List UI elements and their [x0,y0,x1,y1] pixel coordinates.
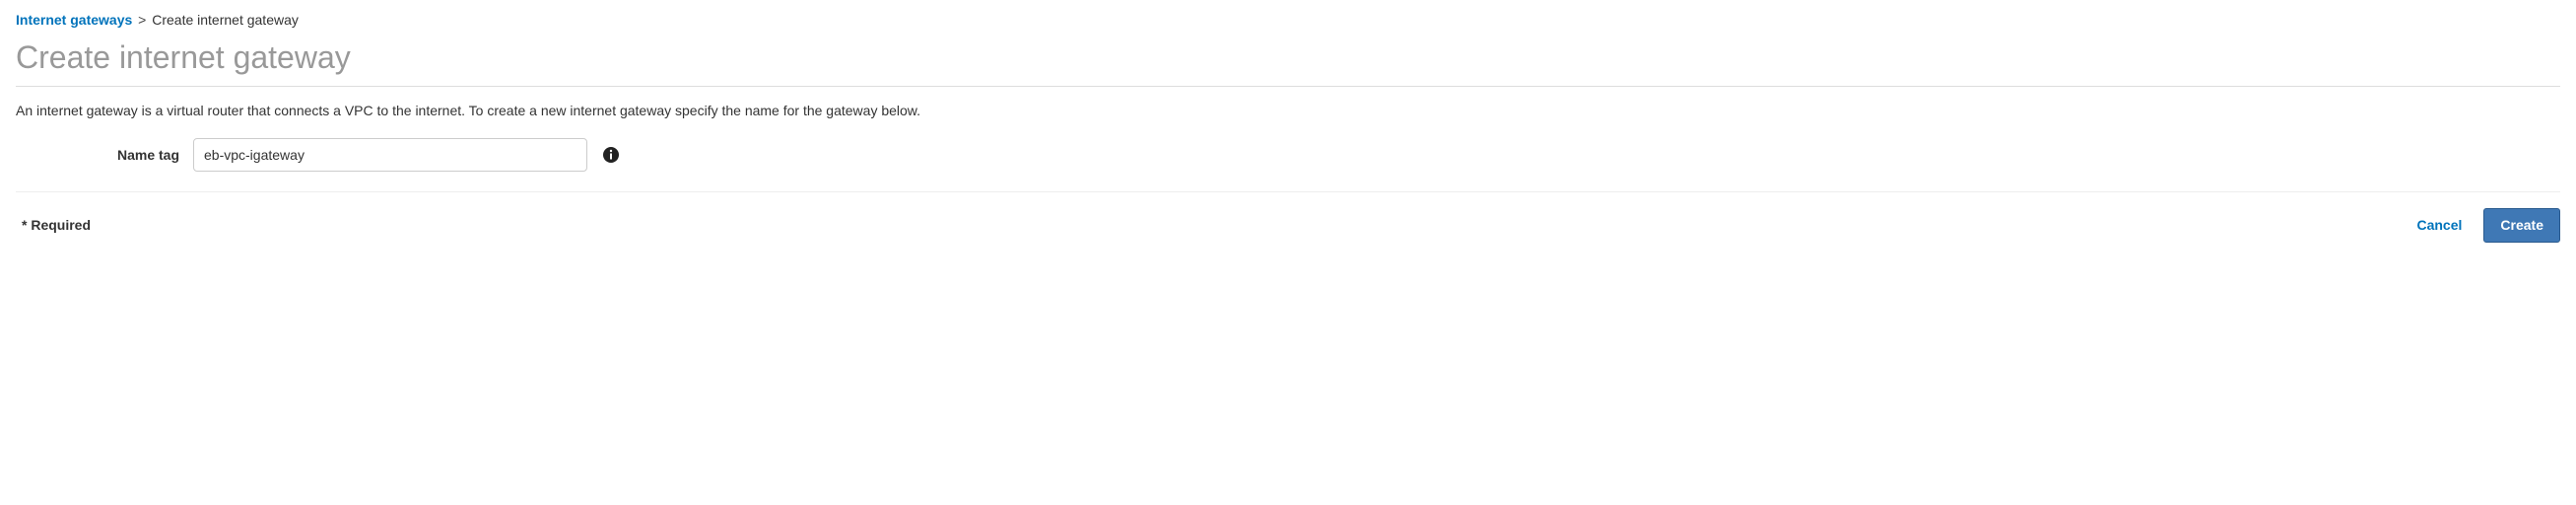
footer: * Required Cancel Create [16,191,2560,243]
breadcrumb: Internet gateways > Create internet gate… [16,8,2560,39]
name-tag-label: Name tag [16,147,193,163]
info-icon[interactable] [603,147,619,163]
create-button[interactable]: Create [2483,208,2560,243]
footer-actions: Cancel Create [2401,208,2560,243]
breadcrumb-parent-link[interactable]: Internet gateways [16,12,132,28]
page-description: An internet gateway is a virtual router … [16,103,2560,118]
breadcrumb-separator: > [138,12,146,28]
name-tag-row: Name tag [16,138,2560,172]
name-tag-input[interactable] [193,138,587,172]
cancel-button[interactable]: Cancel [2401,209,2477,242]
required-note: * Required [16,217,2401,233]
page-title: Create internet gateway [16,39,2560,87]
breadcrumb-current: Create internet gateway [152,12,299,28]
